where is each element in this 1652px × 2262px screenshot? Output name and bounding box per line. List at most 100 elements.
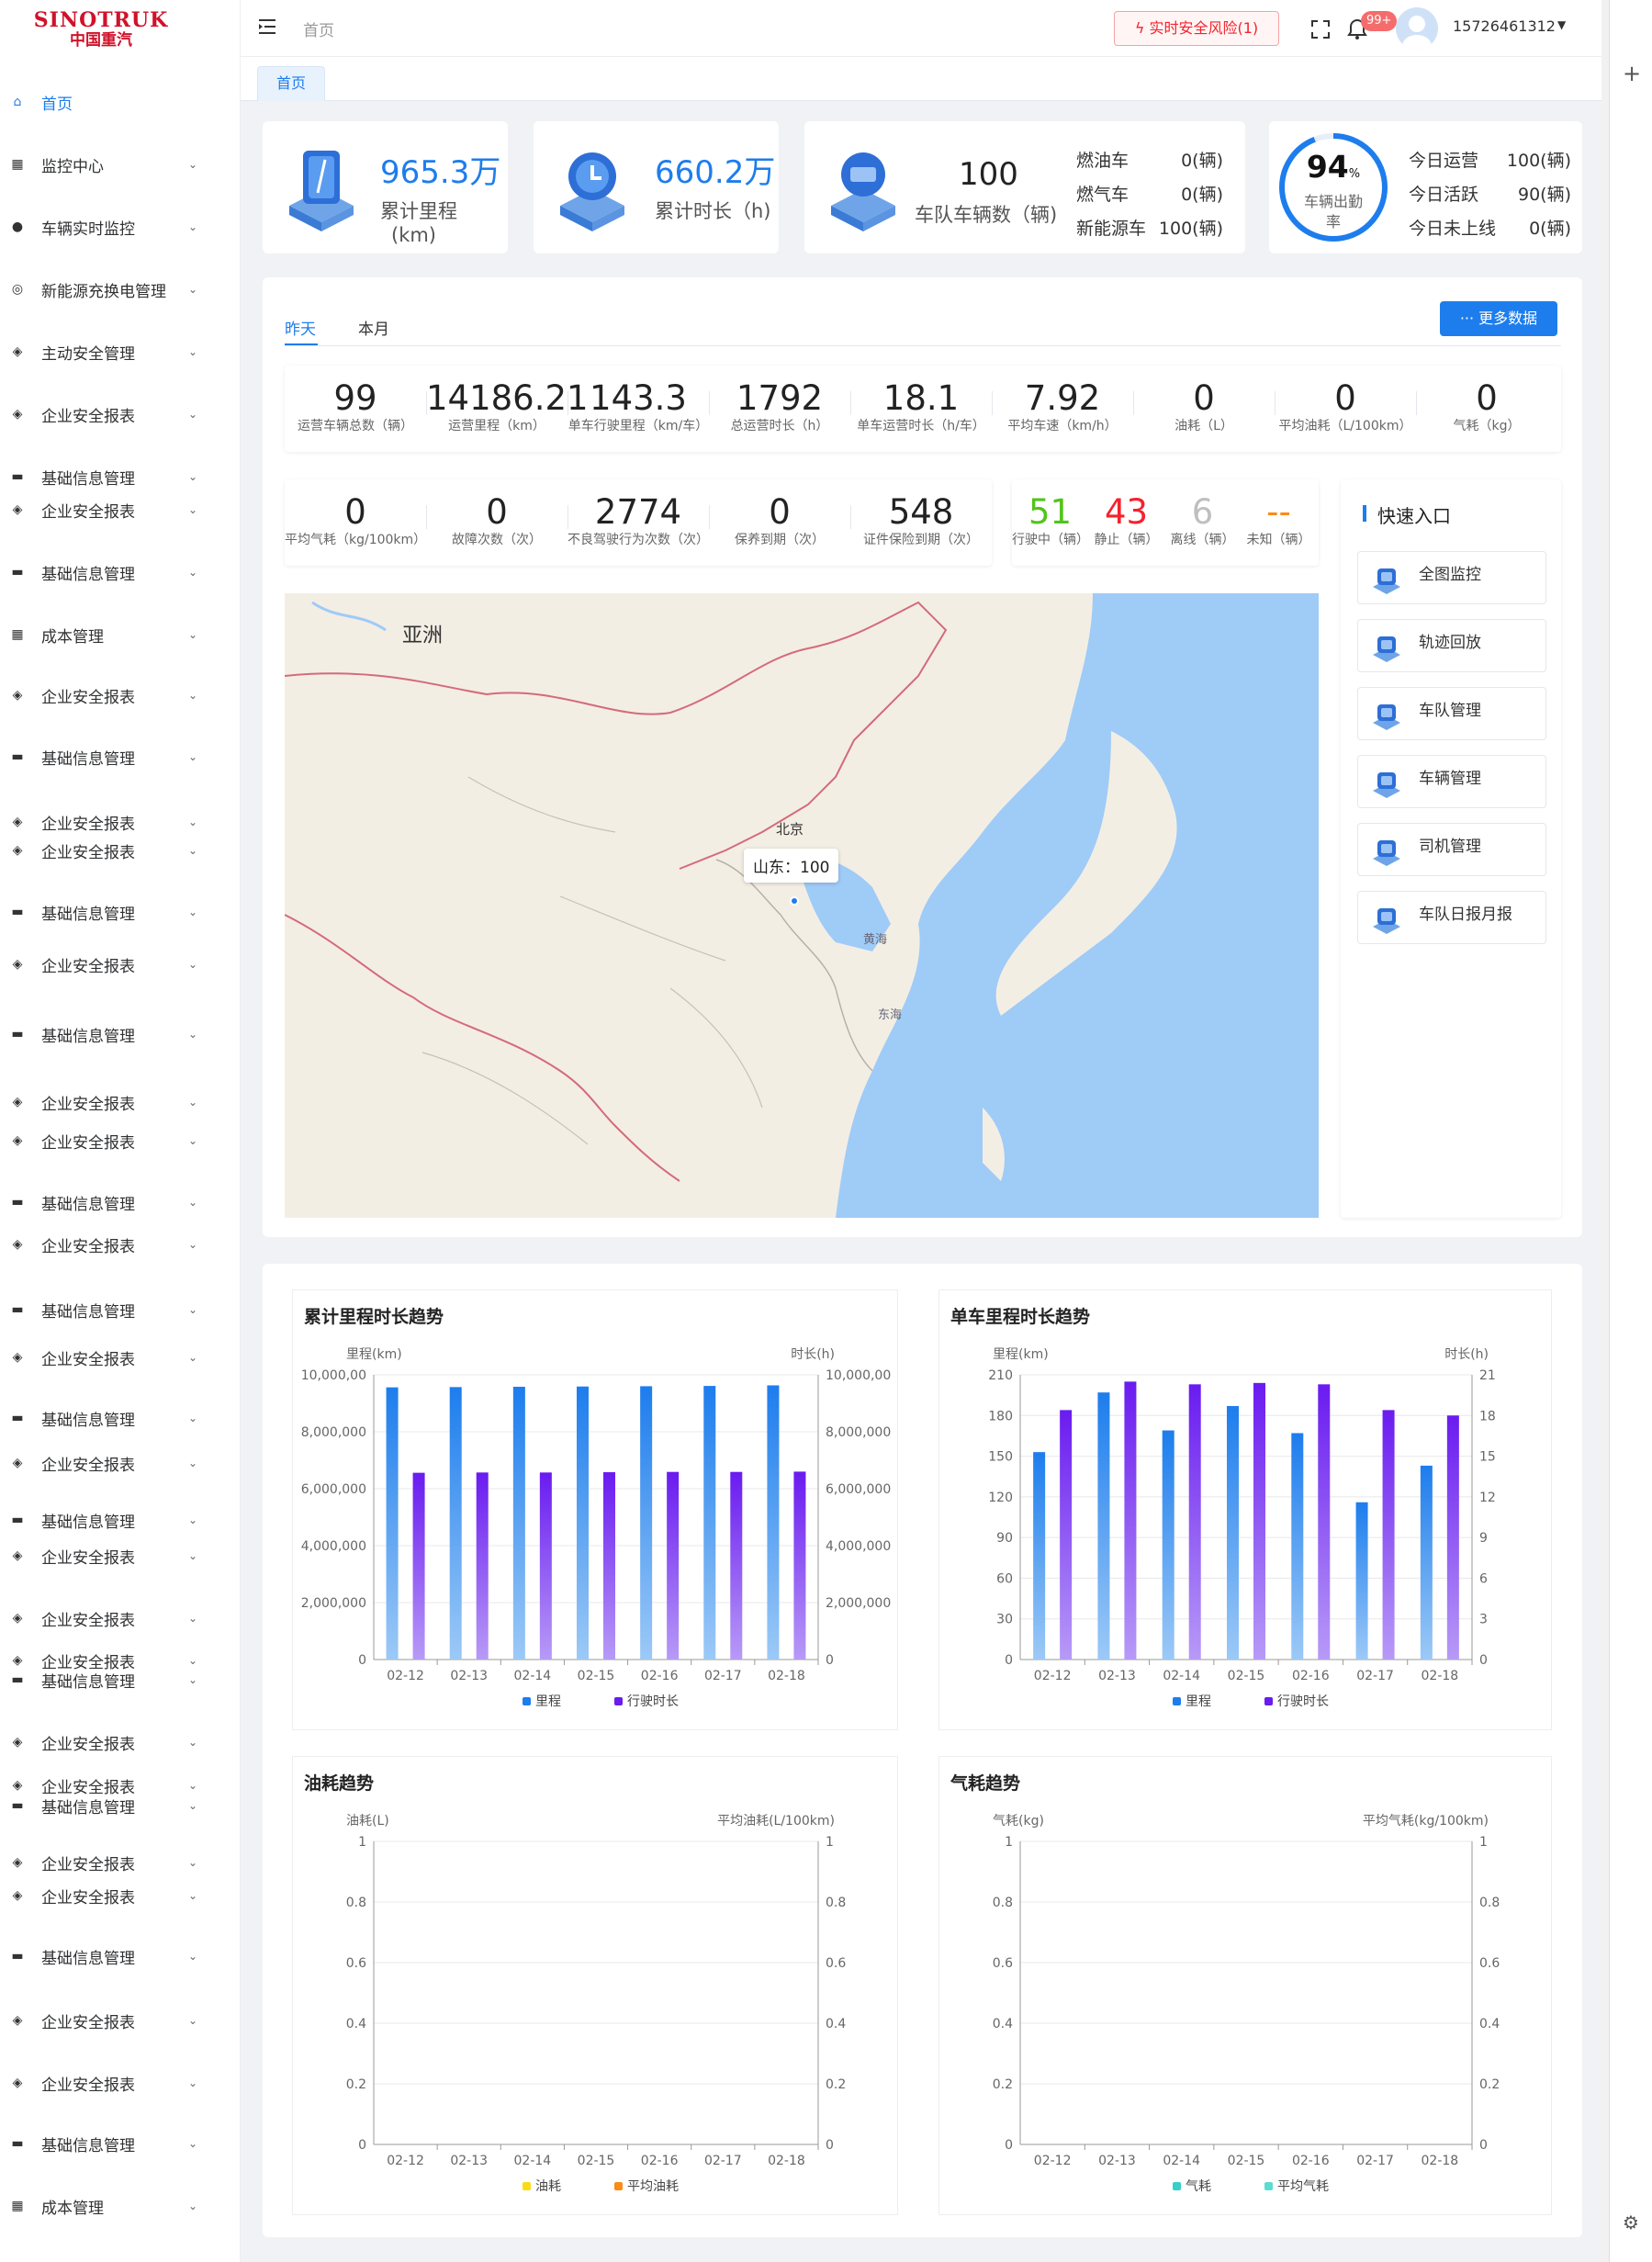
bar[interactable] bbox=[449, 1387, 462, 1660]
sidebar-item[interactable]: ▬ 基础信息管理 ⌄ bbox=[0, 2130, 240, 2157]
more-data-button[interactable]: ··· 更多数据 bbox=[1440, 301, 1557, 336]
legend-label[interactable]: 里程 bbox=[535, 1694, 561, 1709]
bar[interactable] bbox=[603, 1472, 615, 1660]
bar[interactable] bbox=[667, 1471, 680, 1660]
sidebar-item[interactable]: ⌂ 首页 bbox=[0, 88, 240, 116]
bar[interactable] bbox=[793, 1471, 806, 1660]
bar[interactable] bbox=[703, 1386, 716, 1660]
bar[interactable] bbox=[1162, 1430, 1174, 1660]
gear-icon[interactable]: ⚙ bbox=[1623, 2211, 1639, 2234]
sidebar-item[interactable]: ◈ 企业安全报表 ⌄ bbox=[0, 1849, 240, 1876]
bar[interactable] bbox=[386, 1387, 399, 1660]
legend-label[interactable]: 平均油耗 bbox=[627, 2179, 679, 2194]
sidebar-item[interactable]: ● 车辆实时监控 ⌄ bbox=[0, 213, 240, 241]
bar[interactable] bbox=[512, 1387, 525, 1660]
bar[interactable] bbox=[1097, 1392, 1110, 1660]
sidebar-item[interactable]: ▦ 成本管理 ⌄ bbox=[0, 621, 240, 648]
bar[interactable] bbox=[1382, 1410, 1395, 1660]
bar[interactable] bbox=[1446, 1415, 1459, 1660]
sidebar-item[interactable]: ◈ 企业安全报表 ⌄ bbox=[0, 1088, 240, 1116]
tab-home[interactable]: 首页 bbox=[257, 66, 325, 101]
legend-label[interactable]: 气耗 bbox=[1186, 2179, 1211, 2194]
map[interactable]: 亚洲 北京 黄海 东海 山东：100 bbox=[285, 593, 1319, 1218]
bar[interactable] bbox=[577, 1386, 589, 1660]
sidebar-item[interactable]: ▦ 成本管理 ⌄ bbox=[0, 2192, 240, 2220]
map-marker[interactable] bbox=[790, 896, 799, 906]
quick-entry-button[interactable]: 车队管理 bbox=[1357, 687, 1546, 740]
sidebar-item[interactable]: ◈ 企业安全报表 ⌄ bbox=[0, 2007, 240, 2034]
sidebar-item[interactable]: ▬ 基础信息管理 ⌄ bbox=[0, 1506, 240, 1534]
sidebar-item[interactable]: ▬ 基础信息管理 ⌄ bbox=[0, 1020, 240, 1048]
sidebar-item[interactable]: ▬ 基础信息管理 ⌄ bbox=[0, 1296, 240, 1323]
quick-entry-button[interactable]: 车队日报月报 bbox=[1357, 891, 1546, 944]
sidebar-item[interactable]: ◈ 企业安全报表 ⌄ bbox=[0, 1604, 240, 1632]
bar[interactable] bbox=[767, 1385, 780, 1660]
quick-entry-button[interactable]: 全图监控 bbox=[1357, 551, 1546, 604]
sidebar-item[interactable]: ▬ 基础信息管理 ⌄ bbox=[0, 1188, 240, 1216]
bar[interactable] bbox=[1355, 1502, 1368, 1660]
sidebar-item[interactable]: ◈ 企业安全报表 ⌄ bbox=[0, 400, 240, 428]
sidebar-item[interactable]: ▬ 基础信息管理 ⌄ bbox=[0, 1942, 240, 1970]
legend-label[interactable]: 里程 bbox=[1186, 1694, 1211, 1709]
sidebar-item[interactable]: ◈ 企业安全报表 ⌄ bbox=[0, 1344, 240, 1371]
sidebar-item[interactable]: ▦ 监控中心 ⌄ bbox=[0, 151, 240, 178]
avatar[interactable] bbox=[1396, 7, 1438, 50]
sidebar-item[interactable]: ▬ 基础信息管理 ⌄ bbox=[0, 1404, 240, 1432]
bar[interactable] bbox=[1060, 1410, 1073, 1660]
username[interactable]: 15726461312 bbox=[1453, 17, 1556, 35]
legend-label[interactable]: 行驶时长 bbox=[1277, 1694, 1329, 1709]
sidebar-item[interactable]: ◈ 企业安全报表 ⌄ bbox=[0, 951, 240, 978]
sidebar-item[interactable]: ◈ 企业安全报表 ⌄ bbox=[0, 1882, 240, 1909]
bar[interactable] bbox=[1318, 1384, 1331, 1660]
quick-entry-button[interactable]: 轨迹回放 bbox=[1357, 619, 1546, 672]
caret-down-icon[interactable]: ▼ bbox=[1557, 18, 1566, 31]
bar[interactable] bbox=[1188, 1384, 1201, 1660]
bar[interactable] bbox=[476, 1472, 489, 1660]
sinotruk-logo[interactable]: SINOTRUK 中国重汽 bbox=[28, 9, 174, 51]
legend-label[interactable]: 行驶时长 bbox=[627, 1694, 679, 1709]
sidebar-item[interactable]: ◈ 企业安全报表 ⌄ bbox=[0, 837, 240, 864]
sidebar-item[interactable]: ▬ 基础信息管理 ⌄ bbox=[0, 743, 240, 771]
bar[interactable] bbox=[1227, 1405, 1239, 1660]
legend-label[interactable]: 平均气耗 bbox=[1277, 2179, 1329, 2194]
bar[interactable] bbox=[1420, 1465, 1433, 1660]
bar[interactable] bbox=[640, 1386, 653, 1660]
tab-month[interactable]: 本月 bbox=[358, 316, 389, 339]
y-tick-label: 6,000,000 bbox=[301, 1482, 366, 1497]
sidebar-item[interactable]: ◈ 企业安全报表 ⌄ bbox=[0, 1542, 240, 1570]
bar[interactable] bbox=[412, 1472, 425, 1660]
sidebar-item[interactable]: ◈ 企业安全报表 ⌄ bbox=[0, 808, 240, 836]
menu-collapse-icon[interactable] bbox=[259, 18, 277, 35]
sidebar-item[interactable]: ◈ 企业安全报表 ⌄ bbox=[0, 1231, 240, 1258]
sidebar-item[interactable]: ◈ 主动安全管理 ⌄ bbox=[0, 338, 240, 366]
sidebar-item[interactable]: ◈ 企业安全报表 ⌄ bbox=[0, 1449, 240, 1477]
sidebar-item[interactable]: ◈ 企业安全报表 ⌄ bbox=[0, 2069, 240, 2097]
fullscreen-icon[interactable] bbox=[1311, 20, 1330, 39]
x-tick-label: 02-12 bbox=[387, 2154, 424, 2168]
tab-yesterday[interactable]: 昨天 bbox=[285, 316, 316, 339]
sidebar-item[interactable]: ◈ 企业安全报表 ⌄ bbox=[0, 496, 240, 523]
sidebar-item[interactable]: ◈ 企业安全报表 ⌄ bbox=[0, 681, 240, 709]
sidebar-item[interactable]: ◎ 新能源充换电管理 ⌄ bbox=[0, 276, 240, 303]
sidebar-item[interactable]: ▬ 基础信息管理 ⌄ bbox=[0, 1792, 240, 1819]
quick-entry-button[interactable]: 车辆管理 bbox=[1357, 755, 1546, 808]
breadcrumb[interactable]: 首页 bbox=[303, 17, 334, 40]
bar[interactable] bbox=[1291, 1433, 1304, 1660]
sidebar-item[interactable]: ▤运输管理⌄ bbox=[0, 2255, 240, 2262]
sidebar-item[interactable]: ▬ 基础信息管理 ⌄ bbox=[0, 898, 240, 926]
plus-icon[interactable]: + bbox=[1623, 61, 1641, 86]
sidebar-item[interactable]: ▬ 基础信息管理 ⌄ bbox=[0, 558, 240, 586]
quick-entry-button[interactable]: 司机管理 bbox=[1357, 823, 1546, 876]
bar[interactable] bbox=[1033, 1452, 1046, 1660]
risk-alert-button[interactable]: ϟ 实时安全风险(1) bbox=[1114, 11, 1279, 46]
sidebar-item[interactable]: ▬ 基础信息管理 ⌄ bbox=[0, 463, 240, 490]
bar[interactable] bbox=[1124, 1381, 1137, 1660]
sidebar-item[interactable]: ▬ 基础信息管理 ⌄ bbox=[0, 1666, 240, 1694]
scrollbar-thumb[interactable] bbox=[1601, 0, 1609, 2262]
bar[interactable] bbox=[730, 1471, 743, 1660]
legend-label[interactable]: 油耗 bbox=[535, 2179, 561, 2194]
sidebar-item[interactable]: ◈ 企业安全报表 ⌄ bbox=[0, 1127, 240, 1154]
bar[interactable] bbox=[539, 1472, 552, 1660]
sidebar-item[interactable]: ◈ 企业安全报表 ⌄ bbox=[0, 1728, 240, 1756]
bar[interactable] bbox=[1253, 1382, 1265, 1660]
